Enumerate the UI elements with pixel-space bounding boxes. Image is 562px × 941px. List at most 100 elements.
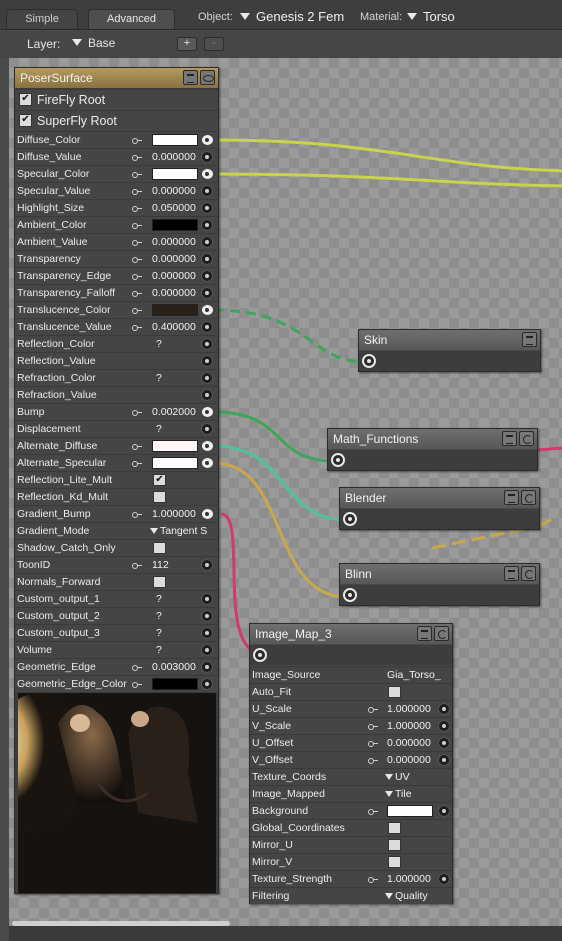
input-socket[interactable] bbox=[438, 703, 450, 715]
color-swatch[interactable] bbox=[152, 678, 198, 690]
key-icon[interactable] bbox=[368, 809, 378, 815]
key-icon[interactable] bbox=[132, 240, 142, 246]
checkbox[interactable] bbox=[388, 686, 401, 698]
key-icon[interactable] bbox=[132, 206, 142, 212]
input-socket-connected[interactable] bbox=[201, 304, 214, 316]
remove-layer-button[interactable]: - bbox=[204, 37, 224, 51]
list-icon[interactable] bbox=[504, 490, 519, 505]
input-socket[interactable] bbox=[201, 661, 213, 673]
input-socket[interactable] bbox=[201, 287, 213, 299]
posersurface-node[interactable]: PoserSurface ✔ FireFly Root ✔ SuperFly Root D… bbox=[14, 67, 219, 894]
object-dropdown[interactable]: Genesis 2 Fem bbox=[240, 9, 344, 24]
input-socket[interactable] bbox=[438, 720, 450, 732]
checkbox[interactable]: ✔ bbox=[19, 93, 32, 106]
input-socket[interactable] bbox=[201, 678, 213, 690]
node-title-bar[interactable]: Image_Map_3 bbox=[250, 624, 452, 644]
param-text-value[interactable]: Gia_Torso_ bbox=[387, 669, 441, 681]
input-socket[interactable] bbox=[201, 423, 213, 435]
color-swatch[interactable] bbox=[152, 304, 198, 316]
list-icon[interactable] bbox=[504, 566, 519, 581]
param-value[interactable]: 1.000000 bbox=[152, 508, 196, 520]
output-socket[interactable] bbox=[343, 512, 357, 526]
list-icon[interactable] bbox=[502, 431, 517, 446]
material-dropdown[interactable]: Torso bbox=[407, 9, 455, 24]
param-value[interactable]: 0.000000 bbox=[152, 253, 196, 265]
input-socket[interactable] bbox=[201, 321, 213, 333]
input-socket-connected[interactable] bbox=[201, 440, 214, 452]
scrollbar-thumb[interactable] bbox=[12, 921, 230, 926]
input-socket[interactable] bbox=[201, 644, 213, 656]
add-layer-button[interactable]: + bbox=[177, 37, 197, 51]
node-title-bar[interactable]: PoserSurface bbox=[15, 68, 218, 88]
swap-icon[interactable] bbox=[519, 431, 534, 446]
key-icon[interactable] bbox=[132, 512, 142, 518]
key-icon[interactable] bbox=[132, 274, 142, 280]
output-socket[interactable] bbox=[362, 354, 376, 368]
key-icon[interactable] bbox=[132, 257, 142, 263]
param-value[interactable]: 0.000000 bbox=[387, 754, 431, 766]
input-socket[interactable] bbox=[201, 270, 213, 282]
param-value[interactable]: 112 bbox=[152, 559, 169, 571]
root-toggle-firefly-root[interactable]: ✔ FireFly Root bbox=[15, 89, 218, 110]
input-socket[interactable] bbox=[201, 372, 213, 384]
input-socket[interactable] bbox=[201, 185, 213, 197]
param-value[interactable]: 0.000000 bbox=[152, 270, 196, 282]
image-map-node[interactable]: Image_Map_3 Image_Source Gia_Torso_ Auto_Fi… bbox=[249, 623, 453, 904]
input-socket-connected[interactable] bbox=[201, 508, 214, 520]
input-socket[interactable] bbox=[201, 389, 213, 401]
checkbox[interactable] bbox=[153, 542, 166, 554]
tab-simple[interactable]: Simple bbox=[6, 9, 78, 29]
color-swatch[interactable] bbox=[152, 134, 198, 146]
param-value[interactable]: 0.050000 bbox=[152, 202, 196, 214]
key-icon[interactable] bbox=[132, 138, 142, 144]
key-icon[interactable] bbox=[132, 291, 142, 297]
param-value[interactable]: 0.000000 bbox=[152, 151, 196, 163]
key-icon[interactable] bbox=[368, 741, 378, 747]
input-socket[interactable] bbox=[201, 236, 213, 248]
blender-node[interactable]: Blender bbox=[339, 487, 540, 530]
param-value[interactable]: 0.000000 bbox=[152, 236, 196, 248]
eye-icon[interactable] bbox=[200, 70, 215, 85]
param-dropdown[interactable]: Tangent S bbox=[150, 525, 207, 537]
checkbox[interactable] bbox=[388, 839, 401, 851]
input-socket[interactable] bbox=[201, 253, 213, 265]
node-title-bar[interactable]: Blender bbox=[340, 488, 539, 508]
input-socket[interactable] bbox=[201, 593, 213, 605]
math-node[interactable]: Math_Functions bbox=[327, 428, 538, 471]
swap-icon[interactable] bbox=[521, 566, 536, 581]
input-socket[interactable] bbox=[438, 805, 450, 817]
key-icon[interactable] bbox=[132, 223, 142, 229]
checkbox[interactable] bbox=[153, 576, 166, 588]
color-swatch[interactable] bbox=[152, 440, 198, 452]
color-swatch[interactable] bbox=[387, 805, 433, 817]
input-socket[interactable] bbox=[438, 737, 450, 749]
input-socket[interactable] bbox=[438, 754, 450, 766]
node-canvas[interactable]: PoserSurface ✔ FireFly Root ✔ SuperFly Root D… bbox=[9, 58, 562, 926]
param-value[interactable]: 1.000000 bbox=[387, 873, 431, 885]
root-toggle-superfly-root[interactable]: ✔ SuperFly Root bbox=[15, 110, 218, 131]
checkbox[interactable] bbox=[153, 491, 166, 503]
key-icon[interactable] bbox=[132, 155, 142, 161]
key-icon[interactable] bbox=[132, 682, 142, 688]
output-socket[interactable] bbox=[343, 588, 357, 602]
param-dropdown[interactable]: UV bbox=[385, 771, 410, 783]
key-icon[interactable] bbox=[132, 444, 142, 450]
key-icon[interactable] bbox=[132, 461, 142, 467]
param-dropdown[interactable]: Tile bbox=[385, 788, 412, 800]
swap-icon[interactable] bbox=[521, 490, 536, 505]
key-icon[interactable] bbox=[132, 189, 142, 195]
key-icon[interactable] bbox=[368, 707, 378, 713]
key-icon[interactable] bbox=[368, 877, 378, 883]
param-value[interactable]: 0.400000 bbox=[152, 321, 196, 333]
horizontal-scrollbar[interactable] bbox=[9, 926, 562, 941]
blinn-node[interactable]: Blinn bbox=[339, 563, 540, 606]
key-icon[interactable] bbox=[132, 563, 142, 569]
checkbox[interactable]: ✔ bbox=[153, 474, 166, 486]
input-socket[interactable] bbox=[201, 151, 213, 163]
key-icon[interactable] bbox=[132, 172, 142, 178]
input-socket[interactable] bbox=[201, 355, 213, 367]
key-icon[interactable] bbox=[132, 665, 142, 671]
color-swatch[interactable] bbox=[152, 219, 198, 231]
input-socket[interactable] bbox=[201, 338, 213, 350]
input-socket-connected[interactable] bbox=[201, 134, 214, 146]
